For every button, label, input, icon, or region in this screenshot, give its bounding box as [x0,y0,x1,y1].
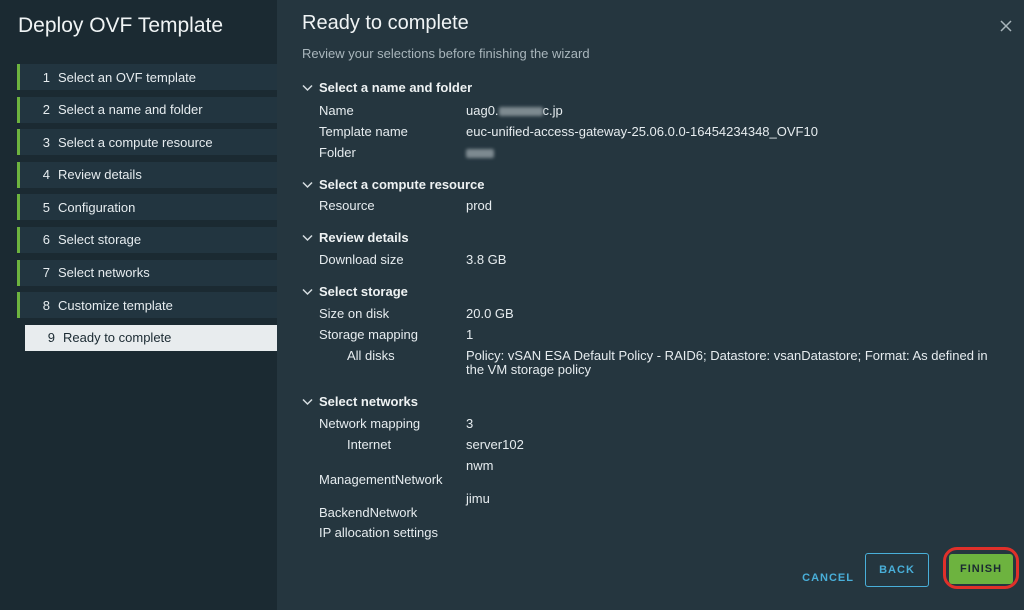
chevron-down-icon [302,230,319,245]
section-header-networks[interactable]: Select networks [302,390,1002,412]
step-label: Select a name and folder [58,102,203,118]
redacted-text [466,149,494,159]
summary-row-storage-mapping: Storage mapping 1 [319,327,474,342]
chevron-down-icon [302,80,319,95]
page-subtitle: Review your selections before finishing … [302,46,590,61]
step-select-networks[interactable]: 7 Select networks [17,259,277,286]
close-icon[interactable] [998,18,1014,34]
step-label: Select storage [58,232,142,248]
cancel-button[interactable]: CANCEL [802,562,854,594]
step-label: Ready to complete [63,330,172,346]
redacted-text [498,107,543,117]
summary-row-folder: Folder [302,146,1002,160]
section-header-name-folder[interactable]: Select a name and folder [302,76,1002,98]
summary-row-management-network-label: ManagementNetwork [319,472,443,487]
summary-row-management-network: x nwm [466,458,494,473]
step-label: Select networks [58,265,150,281]
summary-row-all-disks: All disks Policy: vSAN ESA Default Polic… [347,348,988,377]
summary-row-backend-value: x jimu [466,491,490,506]
wizard-steps: 1 Select an OVF template 2 Select a name a… [17,64,277,357]
finish-button[interactable]: FINISH [949,554,1013,584]
step-label: Customize template [58,297,173,313]
step-label: Configuration [58,199,136,215]
summary-row-size-on-disk: Size on disk 20.0 GB [319,306,514,321]
wizard-main-panel: Ready to complete Review your selections… [277,0,1024,610]
summary-row-network-mapping: Network mapping 3 [319,416,474,431]
step-label: Select a compute resource [58,134,213,150]
summary-row-download-size: Download size 3.8 GB [319,252,507,267]
page-title: Ready to complete [302,12,469,34]
summary-row-ip-allocation: IP allocation settings [319,525,438,540]
step-select-ovf-template[interactable]: 1 Select an OVF template [17,64,277,90]
summary-row-internet: Internet server102 [347,437,524,452]
step-label: Select an OVF template [58,69,197,85]
chevron-down-icon [302,284,319,299]
section-header-compute-resource[interactable]: Select a compute resource [302,173,1002,195]
chevron-down-icon [302,394,319,409]
summary-row-resource: Resource prod [319,198,493,213]
step-label: Review details [58,167,142,183]
wizard-title: Deploy OVF Template [18,14,224,37]
summary-row-backend-network: BackendNetwork [319,505,418,520]
step-select-storage[interactable]: 6 Select storage [17,226,277,253]
back-button[interactable]: BACK [865,553,929,587]
wizard-sidebar: Deploy OVF Template 1 Select an OVF templ… [0,0,277,610]
section-header-review-details[interactable]: Review details [302,226,1002,248]
step-select-name-folder[interactable]: 2 Select a name and folder [17,96,277,123]
wizard-footer: CANCEL BACK FINISH [277,547,1024,610]
summary-row-name: Name uag0. c.jp [319,103,563,118]
section-header-storage[interactable]: Select storage [302,280,1002,302]
step-customize-template[interactable]: 8 Customize template [17,292,277,319]
step-ready-to-complete[interactable]: 9 Ready to complete [22,324,277,351]
summary-row-template-name: Template name euc-unified-access-gateway… [319,124,818,139]
summary-content[interactable]: Select a name and folder Name uag0. c.jp … [302,74,1002,542]
step-configuration[interactable]: 5 Configuration [17,194,277,221]
chevron-down-icon [302,177,319,192]
step-select-compute-resource[interactable]: 3 Select a compute resource [17,129,277,156]
finish-highlight-annotation: FINISH [943,547,1019,589]
step-review-details[interactable]: 4 Review details [17,161,277,188]
